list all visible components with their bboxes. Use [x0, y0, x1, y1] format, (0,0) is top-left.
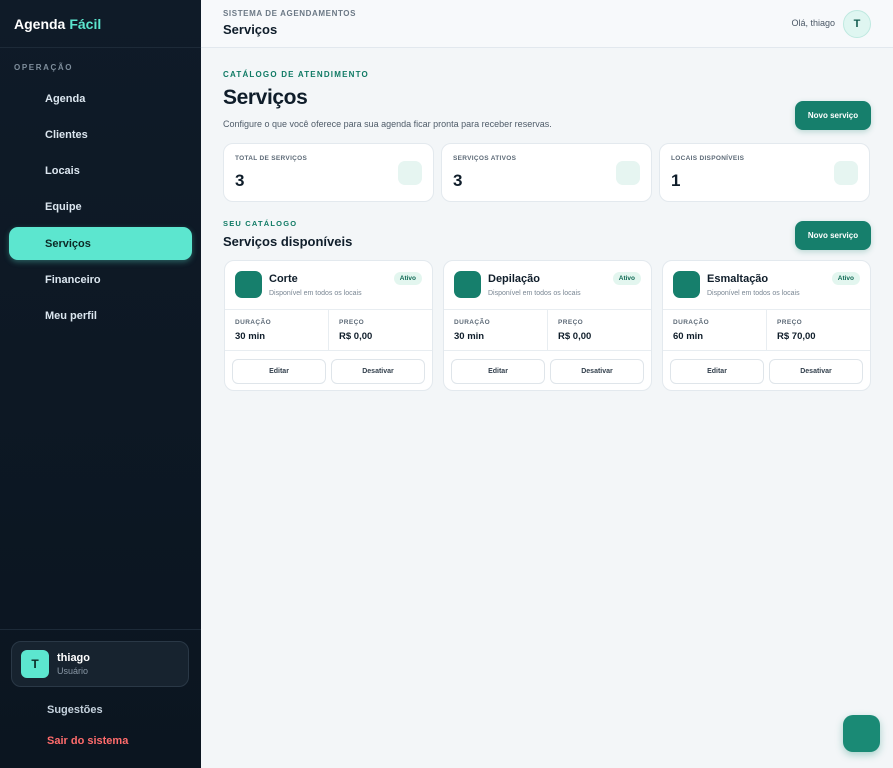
page-description: Configure o que você oferece para sua ag… — [223, 119, 552, 129]
sidebar-item-agenda[interactable]: Agenda — [9, 82, 192, 115]
duration-label: DURAÇÃO — [454, 319, 491, 326]
card-actions: Editar Desativar — [232, 359, 425, 384]
sidebar-item-financeiro[interactable]: Financeiro — [9, 263, 192, 296]
stat-icon — [616, 161, 640, 185]
sidebar: Agenda Fácil OPERAÇÃO Agenda Clientes Lo… — [0, 0, 201, 768]
price-value: R$ 70,00 — [777, 331, 816, 342]
duration-col: DURAÇÃO 30 min — [444, 310, 547, 350]
catalog-title: Serviços disponíveis — [223, 234, 353, 249]
duration-value: 30 min — [235, 331, 266, 342]
floating-action-button[interactable] — [843, 715, 880, 752]
duration-label: DURAÇÃO — [673, 319, 710, 326]
header-subtitle: SISTEMA DE AGENDAMENTOS — [223, 9, 357, 18]
service-card: Esmaltação Disponível em todos os locais… — [662, 260, 871, 391]
new-service-button[interactable]: Novo serviço — [795, 101, 871, 130]
deactivate-button[interactable]: Desativar — [550, 359, 644, 384]
service-icon — [235, 271, 262, 298]
price-label: PREÇO — [777, 319, 803, 326]
stat-label: SERVIÇOS ATIVOS — [453, 155, 517, 162]
duration-col: DURAÇÃO 60 min — [663, 310, 766, 350]
service-availability: Disponível em todos os locais — [707, 290, 800, 297]
status-badge: Ativo — [393, 272, 422, 285]
stat-value: 1 — [671, 171, 681, 190]
sidebar-item-locais[interactable]: Locais — [9, 155, 192, 188]
edit-button[interactable]: Editar — [670, 359, 764, 384]
service-meta: DURAÇÃO 30 min PREÇO R$ 0,00 — [225, 309, 432, 351]
service-meta: DURAÇÃO 30 min PREÇO R$ 0,00 — [444, 309, 651, 351]
top-bar: SISTEMA DE AGENDAMENTOS Serviços Olá, th… — [201, 0, 893, 48]
service-availability: Disponível em todos os locais — [269, 290, 362, 297]
service-name: Corte — [269, 273, 298, 285]
duration-value: 60 min — [673, 331, 704, 342]
header-avatar[interactable]: T — [843, 10, 871, 38]
price-value: R$ 0,00 — [339, 331, 373, 342]
sidebar-footer: T thiago Usuário Sugestões Sair do siste… — [0, 629, 201, 768]
price-label: PREÇO — [558, 319, 584, 326]
catalog-new-service-button[interactable]: Novo serviço — [795, 221, 871, 250]
stat-card-active: SERVIÇOS ATIVOS 3 — [441, 143, 652, 202]
edit-button[interactable]: Editar — [232, 359, 326, 384]
sidebar-item-equipe[interactable]: Equipe — [9, 191, 192, 224]
nav-section-label: OPERAÇÃO — [14, 63, 74, 72]
brand-name-part2: Fácil — [69, 15, 102, 32]
duration-value: 30 min — [454, 331, 485, 342]
edit-button[interactable]: Editar — [451, 359, 545, 384]
header-title: Serviços — [223, 22, 278, 37]
service-card: Corte Disponível em todos os locais Ativ… — [224, 260, 433, 391]
deactivate-button[interactable]: Desativar — [331, 359, 425, 384]
service-cards: Corte Disponível em todos os locais Ativ… — [224, 260, 871, 391]
suggestions-link[interactable]: Sugestões — [47, 704, 103, 716]
stat-label: TOTAL DE SERVIÇOS — [235, 155, 308, 162]
user-greeting: Olá, thiago — [791, 18, 835, 28]
sidebar-nav: Agenda Clientes Locais Equipe Serviços F… — [0, 82, 201, 333]
page-title: Serviços — [223, 86, 308, 109]
service-card: Depilação Disponível em todos os locais … — [443, 260, 652, 391]
stat-card-total: TOTAL DE SERVIÇOS 3 — [223, 143, 434, 202]
status-badge: Ativo — [612, 272, 641, 285]
service-icon — [454, 271, 481, 298]
brand-name-part1: Agenda — [14, 15, 66, 32]
logout-link[interactable]: Sair do sistema — [47, 735, 128, 747]
card-actions: Editar Desativar — [670, 359, 863, 384]
service-meta: DURAÇÃO 60 min PREÇO R$ 70,00 — [663, 309, 870, 351]
catalog-kicker: SEU CATÁLOGO — [223, 219, 298, 228]
user-role: Usuário — [57, 666, 89, 676]
duration-label: DURAÇÃO — [235, 319, 272, 326]
sidebar-item-clientes[interactable]: Clientes — [9, 118, 192, 151]
status-badge: Ativo — [831, 272, 860, 285]
user-name: thiago — [57, 652, 90, 664]
price-col: PREÇO R$ 0,00 — [328, 310, 432, 350]
page-kicker: CATÁLOGO DE ATENDIMENTO — [223, 70, 369, 79]
duration-col: DURAÇÃO 30 min — [225, 310, 328, 350]
stat-icon — [834, 161, 858, 185]
service-icon — [673, 271, 700, 298]
service-availability: Disponível em todos os locais — [488, 290, 581, 297]
service-name: Esmaltação — [707, 273, 769, 285]
card-actions: Editar Desativar — [451, 359, 644, 384]
stat-icon — [398, 161, 422, 185]
stats-row: TOTAL DE SERVIÇOS 3 SERVIÇOS ATIVOS 3 LO… — [223, 143, 871, 202]
sidebar-item-servicos[interactable]: Serviços — [9, 227, 192, 261]
sidebar-item-meu-perfil[interactable]: Meu perfil — [9, 300, 192, 333]
stat-card-locations: LOCAIS DISPONÍVEIS 1 — [659, 143, 870, 202]
user-card[interactable]: T thiago Usuário — [11, 641, 189, 687]
stat-value: 3 — [453, 171, 463, 190]
price-col: PREÇO R$ 0,00 — [547, 310, 651, 350]
service-name: Depilação — [488, 273, 540, 285]
stat-value: 3 — [235, 171, 245, 190]
brand-logo[interactable]: Agenda Fácil — [0, 0, 201, 48]
deactivate-button[interactable]: Desativar — [769, 359, 863, 384]
price-value: R$ 0,00 — [558, 331, 592, 342]
price-col: PREÇO R$ 70,00 — [766, 310, 870, 350]
avatar: T — [21, 650, 49, 678]
price-label: PREÇO — [339, 319, 365, 326]
stat-label: LOCAIS DISPONÍVEIS — [671, 155, 745, 162]
